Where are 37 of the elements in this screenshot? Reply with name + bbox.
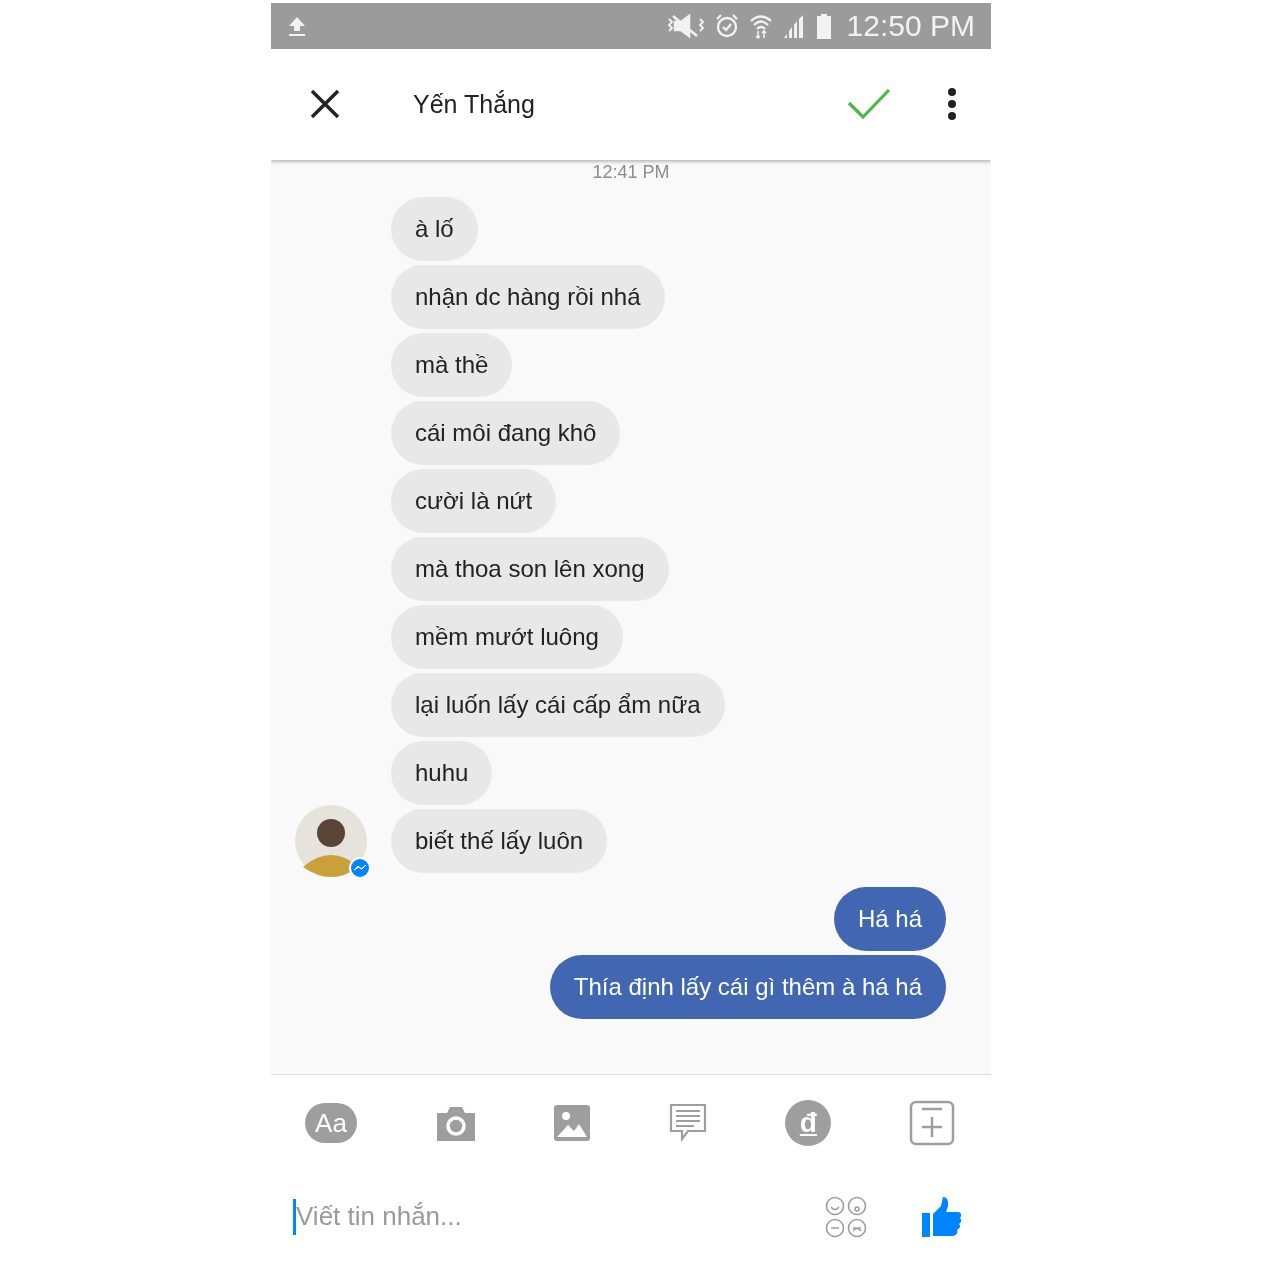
checkmark-icon bbox=[847, 87, 891, 122]
gallery-button[interactable] bbox=[554, 1105, 591, 1142]
message-bubble: mà thoa son lên xong bbox=[391, 536, 669, 601]
battery-icon bbox=[816, 13, 831, 40]
text-style-button[interactable]: Aa bbox=[305, 1103, 357, 1144]
message-bubble: lại luốn lấy cái cấp ẩm nữa bbox=[391, 672, 725, 737]
image-icon bbox=[554, 1105, 591, 1142]
quick-reply-button[interactable] bbox=[667, 1103, 708, 1144]
message-bubble: Há há bbox=[833, 886, 946, 951]
message-bubble: huhu bbox=[391, 740, 493, 805]
conversation-title: Yến Thắng bbox=[413, 89, 536, 119]
message-bubble: biết thế lấy luôn bbox=[391, 808, 608, 873]
message-bubble: nhận dc hàng rồi nhá bbox=[391, 264, 665, 329]
messenger-badge-icon bbox=[349, 856, 371, 879]
mute-icon bbox=[666, 13, 705, 40]
camera-icon bbox=[434, 1105, 477, 1142]
message-bubble: cái môi đang khô bbox=[391, 400, 621, 465]
speech-bubble-icon bbox=[667, 1103, 708, 1144]
more-icon bbox=[947, 87, 957, 122]
like-button[interactable] bbox=[921, 1195, 963, 1238]
camera-button[interactable] bbox=[434, 1105, 477, 1142]
add-button[interactable] bbox=[908, 1100, 955, 1147]
alarm-icon bbox=[714, 13, 739, 40]
message-bubble: à lố bbox=[391, 196, 478, 261]
timestamp: 12:41 PM bbox=[592, 161, 670, 183]
thumbs-up-icon bbox=[921, 1195, 963, 1238]
upload-icon bbox=[287, 15, 307, 38]
message-bubble: Thía định lấy cái gì thêm à há há bbox=[549, 954, 946, 1019]
status-time: 12:50 PM bbox=[846, 9, 975, 44]
message-bubble: cười là nứt bbox=[391, 468, 557, 533]
message-bubble: mà thề bbox=[391, 332, 513, 397]
message-bubble: mềm mướt luông bbox=[391, 604, 623, 669]
payment-button[interactable]: đ bbox=[785, 1100, 832, 1147]
wifi-icon bbox=[748, 13, 773, 40]
plus-icon bbox=[908, 1100, 955, 1147]
emoji-button[interactable] bbox=[825, 1195, 867, 1238]
emoji-icon bbox=[825, 1195, 867, 1238]
